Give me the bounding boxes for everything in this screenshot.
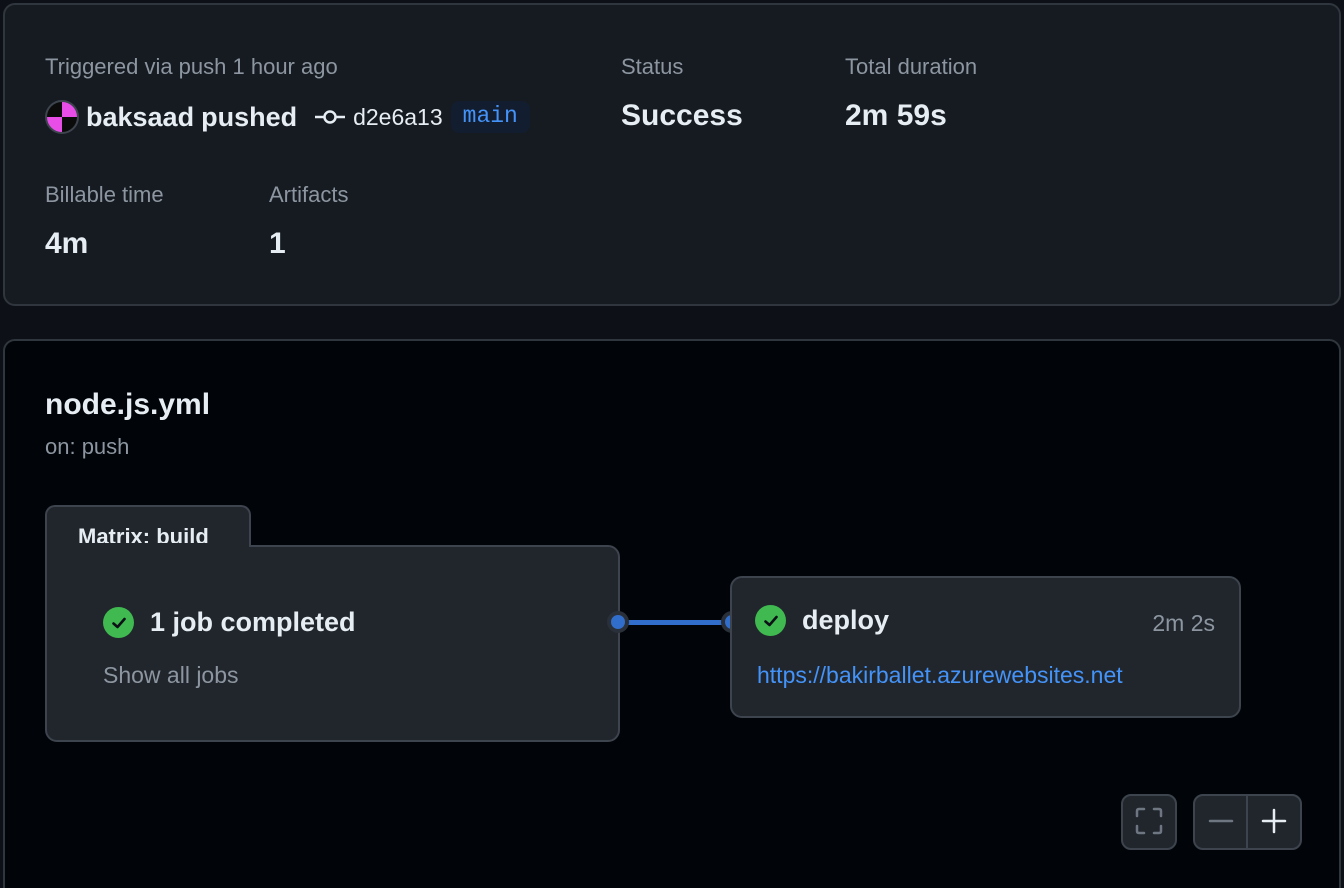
run-summary: Triggered via push 1 hour ago baksaad pu… [3,3,1341,306]
duration-label: Total duration [845,54,978,79]
deploy-job-card[interactable]: deploy 2m 2s https://bakirballet.azurewe… [730,576,1241,718]
fullscreen-button[interactable] [1121,794,1177,850]
status-value: Success [621,99,743,132]
success-check-icon [755,605,786,636]
connector-start-dot [607,611,629,633]
trigger-text: Triggered via push 1 hour ago [45,54,338,79]
deploy-job-duration: 2m 2s [1152,610,1215,636]
fullscreen-icon [1135,807,1163,838]
zoom-out-button[interactable] [1193,794,1248,850]
matrix-status-text[interactable]: 1 job completed [150,607,356,638]
plus-icon [1261,808,1287,837]
matrix-tab-joint [47,543,249,549]
push-action: pushed [201,101,298,132]
show-all-jobs-link[interactable]: Show all jobs [103,662,239,689]
git-commit-icon [315,109,346,125]
commit-sha-link[interactable]: d2e6a13 [353,104,443,131]
job-connector-line [619,620,733,625]
deploy-url-link[interactable]: https://bakirballet.azurewebsites.net [757,662,1123,689]
workflow-graph: node.js.yml on: push Matrix: build 1 job… [3,339,1341,888]
avatar[interactable] [45,100,79,134]
zoom-in-button[interactable] [1246,794,1302,850]
artifacts-label: Artifacts [269,182,349,207]
workflow-name[interactable]: node.js.yml [45,388,210,422]
artifacts-value[interactable]: 1 [269,227,286,261]
deploy-job-name[interactable]: deploy [802,605,889,636]
success-check-icon [103,607,134,638]
status-label: Status [621,54,684,79]
actor-link[interactable]: baksaad [86,102,194,133]
push-info: baksaad pushed d2e6a13 main [45,99,530,135]
workflow-trigger: on: push [45,434,130,459]
matrix-build-group[interactable] [45,545,620,742]
billable-label: Billable time [45,182,164,207]
branch-label[interactable]: main [450,101,530,133]
duration-value: 2m 59s [845,99,947,132]
minus-icon [1208,808,1234,837]
billable-value: 4m [45,227,89,260]
